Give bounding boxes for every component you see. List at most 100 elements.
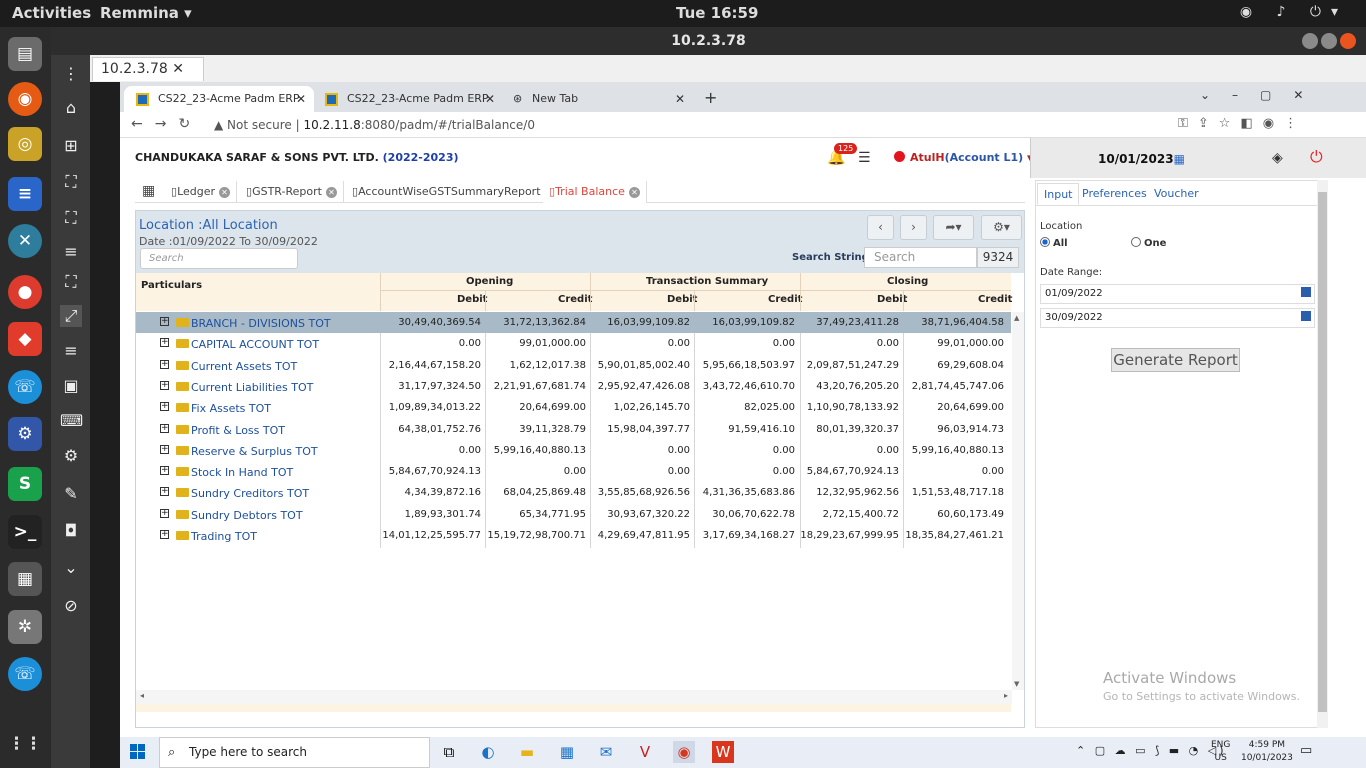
- search-input[interactable]: Search: [140, 248, 298, 269]
- table-row[interactable]: + Trading TOT 14,01,12,25,595.77 15,19,72,9…: [136, 525, 1011, 546]
- grid-menu-icon[interactable]: ▦: [142, 183, 155, 199]
- windows-start-icon[interactable]: [130, 744, 145, 759]
- generate-report-button[interactable]: Generate Report: [1111, 348, 1240, 372]
- table-row[interactable]: + BRANCH - DIVISIONS TOT 30,49,40,369.54 31…: [136, 312, 1011, 333]
- share-button[interactable]: ➦▾: [933, 215, 974, 240]
- to-date-field[interactable]: 30/09/2022: [1040, 308, 1315, 328]
- tab-preferences[interactable]: Preferences: [1076, 183, 1153, 205]
- expand-icon[interactable]: +: [160, 359, 169, 369]
- tools-icon[interactable]: ✲: [8, 610, 42, 644]
- expand-icon[interactable]: +: [160, 423, 169, 433]
- hamburger-icon[interactable]: ≡: [60, 340, 82, 362]
- expand-icon[interactable]: +: [160, 487, 169, 497]
- firefox-icon[interactable]: ◉: [8, 82, 42, 116]
- system-tray-icons[interactable]: ◉ ♪ ⏻▾: [1240, 4, 1348, 20]
- app-v-icon[interactable]: V: [634, 741, 656, 763]
- window-controls[interactable]: [1299, 33, 1356, 52]
- row-name[interactable]: Sundry Debtors TOT: [191, 509, 303, 522]
- system-clock[interactable]: Tue 16:59: [676, 4, 758, 22]
- close-icon[interactable]: ✕: [325, 187, 337, 198]
- table-row[interactable]: + Reserve & Surplus TOT 0.00 5,99,16,40,880…: [136, 440, 1011, 461]
- calendar-icon[interactable]: [1301, 287, 1311, 297]
- tab-trial-balance[interactable]: ▯Trial Balance ✕: [543, 181, 647, 203]
- table-horizontal-scrollbar[interactable]: ◂ ▸: [136, 690, 1012, 704]
- row-name[interactable]: Profit & Loss TOT: [191, 424, 285, 437]
- remmina-tab[interactable]: 10.2.3.78 ✕: [92, 57, 204, 81]
- chrome-window-controls[interactable]: ⌄–▢✕: [1200, 88, 1325, 102]
- table-row[interactable]: + Current Liabilities TOT 31,17,97,324.50 2…: [136, 376, 1011, 397]
- home-icon[interactable]: ⌂: [60, 97, 82, 119]
- chrome-icon[interactable]: ●: [8, 275, 42, 309]
- disconnect-icon[interactable]: ⊘: [60, 595, 82, 617]
- search-string-input[interactable]: Search: [864, 247, 977, 268]
- app-menu[interactable]: Remmina ▾: [100, 4, 192, 22]
- minimize-icon[interactable]: [1302, 33, 1318, 49]
- browser-tab[interactable]: ⊛ New Tab ✕: [503, 86, 693, 112]
- current-date[interactable]: 10/01/2023▦: [1098, 152, 1185, 166]
- settings-disc-icon[interactable]: ◎: [8, 127, 42, 161]
- close-icon[interactable]: ✕: [296, 86, 306, 112]
- mail-icon[interactable]: ✉: [595, 741, 617, 763]
- remmina-icon[interactable]: ✕: [8, 224, 42, 258]
- keyboard-icon[interactable]: ⌨: [60, 410, 83, 432]
- language-indicator[interactable]: ENG US: [1211, 739, 1230, 765]
- browser-action-icons[interactable]: ⚿⇪☆◧◉⋮: [1178, 116, 1307, 131]
- network-icon[interactable]: ⚙: [8, 417, 42, 451]
- url-field[interactable]: ▲ Not secure | 10.2.11.8:8080/padm/#/tri…: [204, 115, 1244, 135]
- expand-icon[interactable]: +: [160, 380, 169, 390]
- terminal-icon[interactable]: >_: [8, 515, 42, 549]
- table-row[interactable]: + Fix Assets TOT 1,09,89,34,013.22 20,64,69…: [136, 397, 1011, 418]
- row-name[interactable]: Stock In Hand TOT: [191, 466, 293, 479]
- tab-gstr-report[interactable]: ▯GSTR-Report ✕: [240, 181, 344, 203]
- user-menu[interactable]: AtulH(Account L1) ▾: [894, 151, 1033, 164]
- chrome-taskbar-icon[interactable]: ◉: [673, 741, 695, 763]
- taskbar-clock[interactable]: 4:59 PM 10/01/2023: [1241, 739, 1293, 765]
- power-icon[interactable]: ⏻: [1310, 147, 1323, 167]
- screens-icon[interactable]: ▣: [60, 375, 82, 397]
- row-name[interactable]: Sundry Creditors TOT: [191, 487, 309, 500]
- browser-tab[interactable]: CS22_23-Acme Padm ERP Platfor✕: [124, 86, 314, 131]
- table-row[interactable]: + Current Assets TOT 2,16,44,67,158.20 1,62…: [136, 355, 1011, 376]
- row-name[interactable]: Current Liabilities TOT: [191, 381, 313, 394]
- activities-button[interactable]: Activities: [12, 4, 91, 22]
- close-icon[interactable]: ✕: [628, 187, 640, 198]
- tab-input[interactable]: Input: [1037, 183, 1080, 205]
- expand-icon[interactable]: +: [160, 402, 169, 412]
- hide-icon[interactable]: ◈: [1272, 150, 1283, 166]
- close-icon[interactable]: ✕: [172, 61, 184, 77]
- calendar-icon[interactable]: ▦: [1174, 152, 1185, 166]
- menu-dots-icon[interactable]: ⋮: [60, 63, 82, 85]
- next-button[interactable]: ›: [900, 215, 927, 240]
- files-icon[interactable]: ▤: [8, 37, 42, 71]
- row-name[interactable]: Reserve & Surplus TOT: [191, 445, 318, 458]
- anydesk-icon[interactable]: ◆: [8, 322, 42, 356]
- fullscreen-icon[interactable]: ⛶: [60, 207, 82, 229]
- table-row[interactable]: + CAPITAL ACCOUNT TOT 0.00 99,01,000.00 0.00…: [136, 333, 1011, 354]
- row-name[interactable]: Trading TOT: [191, 530, 257, 543]
- row-name[interactable]: BRANCH - DIVISIONS TOT: [191, 317, 331, 330]
- expand-icon[interactable]: +: [160, 530, 169, 539]
- expand-icon[interactable]: +: [160, 444, 169, 454]
- tab-voucher[interactable]: Voucher: [1148, 183, 1205, 205]
- taskbar-search[interactable]: ⌕ Type here to search: [159, 737, 430, 768]
- prev-button[interactable]: ‹: [867, 215, 894, 240]
- expand-icon[interactable]: +: [160, 466, 169, 476]
- table-vertical-scrollbar[interactable]: ▲ ▼: [1012, 312, 1024, 690]
- spreadsheet-icon[interactable]: S: [8, 467, 42, 501]
- wps-icon[interactable]: W: [712, 741, 734, 763]
- radio-one[interactable]: One: [1131, 237, 1166, 249]
- maximize-icon[interactable]: [1321, 33, 1337, 49]
- scrollbar-thumb[interactable]: [1318, 192, 1327, 712]
- phone-icon[interactable]: ☏: [8, 370, 42, 404]
- fit-icon[interactable]: ⛶: [60, 171, 82, 193]
- table-row[interactable]: + Sundry Debtors TOT 1,89,93,301.74 65,34,7…: [136, 504, 1011, 525]
- tab-gst-summary[interactable]: ▯AccountWiseGSTSummaryReport✕: [346, 181, 563, 203]
- table-row[interactable]: + Profit & Loss TOT 64,38,01,752.76 39,11,3…: [136, 419, 1011, 440]
- close-icon[interactable]: ✕: [219, 187, 231, 198]
- expand-icon[interactable]: +: [160, 317, 169, 326]
- table-row[interactable]: + Sundry Creditors TOT 4,34,39,872.16 68,04…: [136, 482, 1011, 503]
- panel-scrollbar[interactable]: [1317, 180, 1328, 728]
- calendar-icon[interactable]: [1301, 311, 1311, 321]
- task-view-icon[interactable]: ⧉: [438, 741, 460, 763]
- settings-button[interactable]: ⚙▾: [981, 215, 1022, 240]
